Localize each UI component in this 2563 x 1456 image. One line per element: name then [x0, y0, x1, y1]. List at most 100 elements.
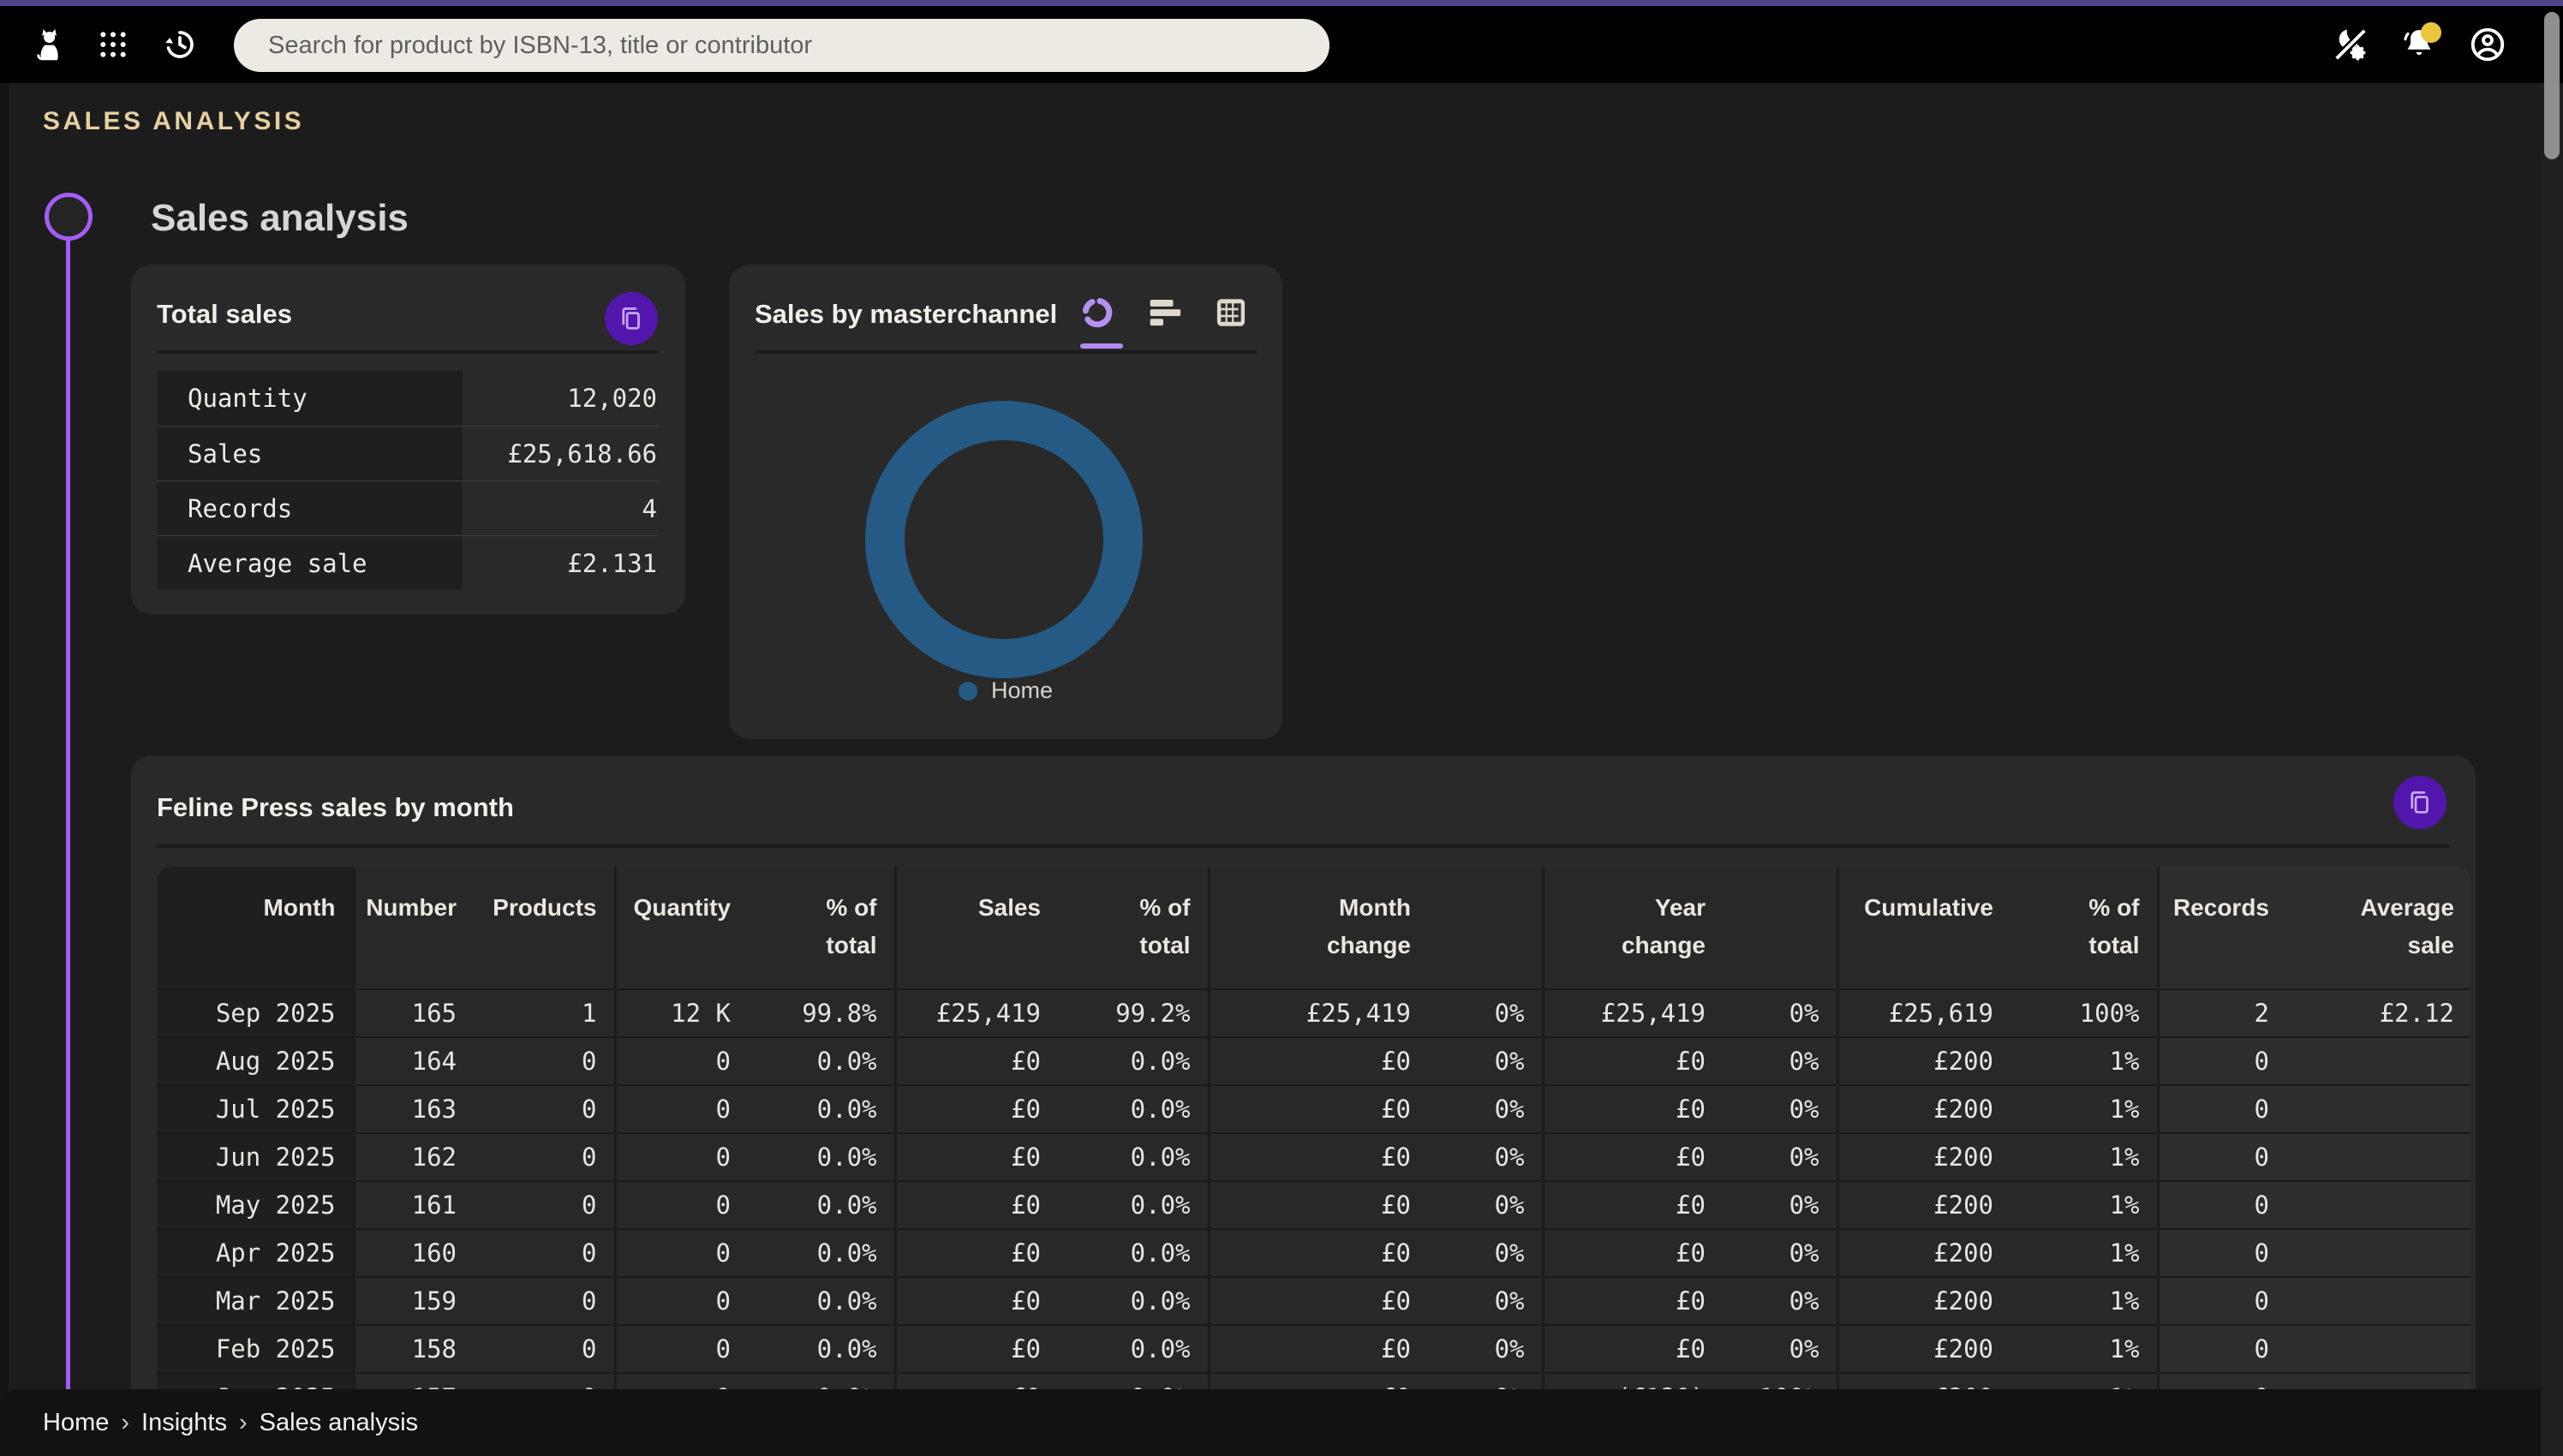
value-cell: 2 [2158, 989, 2286, 1037]
value-cell: £200 [1837, 1325, 2010, 1373]
card-divider [157, 844, 2450, 848]
value-cell: 0 [474, 1037, 615, 1085]
value-cell [2286, 1277, 2471, 1325]
month-cell: Feb 2025 [157, 1325, 354, 1373]
breadcrumb-item[interactable]: Insights [141, 1409, 227, 1437]
theme-toggle-button[interactable] [2327, 21, 2375, 69]
metric-row: Records4 [157, 480, 659, 535]
monthly-sales-table: MonthNumberProductsQuantity% of totalSal… [157, 867, 2471, 1421]
table-row: Mar 2025159000.0%£00.0%£00%£00%£2001%0 [157, 1277, 2471, 1325]
active-tab-underline [1080, 343, 1123, 349]
account-button[interactable] [2464, 21, 2512, 69]
value-cell: £0 [895, 1085, 1058, 1133]
masterchannel-title: Sales by masterchannel [755, 299, 1057, 330]
table-row: May 2025161000.0%£00.0%£00%£00%£2001%0 [157, 1181, 2471, 1229]
masterchannel-donut-ring [885, 421, 1123, 659]
breadcrumb-separator: › [239, 1409, 248, 1437]
tab-bar-chart[interactable] [1142, 290, 1186, 335]
value-cell: 0 [615, 1181, 748, 1229]
masterchannel-donut-chart[interactable] [850, 385, 1158, 694]
value-cell [2286, 1037, 2471, 1085]
breadcrumb-item: Sales analysis [260, 1409, 418, 1437]
value-cell: 0 [474, 1277, 615, 1325]
value-cell: £0 [1543, 1085, 1723, 1133]
table-row: Apr 2025160000.0%£00.0%£00%£00%£2001%0 [157, 1229, 2471, 1277]
search-input[interactable] [234, 19, 1329, 72]
value-cell: £200 [1837, 1229, 2010, 1277]
value-cell: 0.0% [1058, 1229, 1209, 1277]
column-header [1428, 867, 1543, 989]
table-header-row: MonthNumberProductsQuantity% of totalSal… [157, 867, 2471, 989]
value-cell: 0 [474, 1133, 615, 1181]
value-cell: £200 [1837, 1181, 2010, 1229]
month-cell: Apr 2025 [157, 1229, 354, 1277]
history-clock-icon [162, 27, 198, 63]
metric-value: 4 [463, 481, 659, 535]
column-header: Quantity [615, 867, 748, 989]
value-cell: £200 [1837, 1085, 2010, 1133]
value-cell: 0 [2158, 1181, 2286, 1229]
app-launcher-button[interactable] [89, 21, 137, 69]
value-cell: 1% [2010, 1085, 2158, 1133]
value-cell: 0.0% [748, 1181, 895, 1229]
breadcrumb-item[interactable]: Home [43, 1409, 109, 1437]
value-cell: 0% [1428, 1181, 1543, 1229]
value-cell: 99.8% [748, 989, 895, 1037]
table-row: Aug 2025164000.0%£00.0%£00%£00%£2001%0 [157, 1037, 2471, 1085]
value-cell: 0 [615, 1133, 748, 1181]
legend-item[interactable]: Home [959, 677, 1053, 704]
metric-label: Average sale [157, 536, 463, 590]
timeline-line [66, 241, 70, 1389]
value-cell: 0.0% [1058, 1085, 1209, 1133]
value-cell: 0 [474, 1181, 615, 1229]
value-cell: 159 [354, 1277, 474, 1325]
value-cell: £25,619 [1837, 989, 2010, 1037]
value-cell: £200 [1837, 1133, 2010, 1181]
value-cell: 0% [1723, 1085, 1837, 1133]
value-cell: £0 [1543, 1133, 1723, 1181]
scrollbar-track[interactable] [2541, 83, 2563, 1456]
scrollbar-thumb[interactable] [2544, 12, 2560, 159]
value-cell: £0 [1543, 1037, 1723, 1085]
metric-row: Average sale£2.131 [157, 535, 659, 590]
metric-label: Quantity [157, 371, 463, 426]
breadcrumb: Home › Insights › Sales analysis [43, 1409, 418, 1437]
value-cell: £25,419 [895, 989, 1058, 1037]
app-logo-cat[interactable] [26, 21, 74, 69]
bar-chart-icon [1144, 293, 1184, 332]
section-label: SALES ANALYSIS [43, 107, 304, 136]
value-cell: 0 [474, 1229, 615, 1277]
topbar-right-icons [2327, 6, 2512, 83]
copy-monthly-table-button[interactable] [2393, 776, 2446, 829]
value-cell: 0% [1723, 989, 1837, 1037]
metric-row: Quantity12,020 [157, 371, 659, 426]
apps-grid-icon [96, 27, 130, 62]
value-cell: £0 [1543, 1325, 1723, 1373]
value-cell: 0.0% [748, 1133, 895, 1181]
notification-badge [2421, 22, 2441, 43]
column-header: Month change [1209, 867, 1428, 989]
notifications-button[interactable] [2395, 21, 2443, 69]
column-header: % of total [748, 867, 895, 989]
monthly-sales-table-container: MonthNumberProductsQuantity% of totalSal… [157, 867, 2471, 1421]
tab-table-view[interactable] [1209, 290, 1253, 335]
column-header: Cumulative [1837, 867, 2010, 989]
value-cell: £0 [1209, 1181, 1428, 1229]
month-cell: Jul 2025 [157, 1085, 354, 1133]
table-row: Feb 2025158000.0%£00.0%£00%£00%£2001%0 [157, 1325, 2471, 1373]
value-cell: 165 [354, 989, 474, 1037]
legend-dot [959, 682, 977, 701]
value-cell: 0% [1723, 1277, 1837, 1325]
copy-total-sales-button[interactable] [605, 292, 658, 345]
value-cell: 0 [474, 1085, 615, 1133]
masterchannel-card: Sales by masterchannel [729, 265, 1282, 739]
value-cell: 0% [1723, 1037, 1837, 1085]
value-cell: 100% [2010, 989, 2158, 1037]
history-button[interactable] [156, 21, 204, 69]
tab-donut-chart[interactable] [1075, 290, 1120, 335]
breadcrumb-separator: › [121, 1409, 129, 1437]
value-cell: 1 [474, 989, 615, 1037]
top-navigation-bar [0, 6, 2563, 83]
theme-toggle-icon [2331, 25, 2370, 64]
user-avatar-icon [2468, 25, 2507, 64]
